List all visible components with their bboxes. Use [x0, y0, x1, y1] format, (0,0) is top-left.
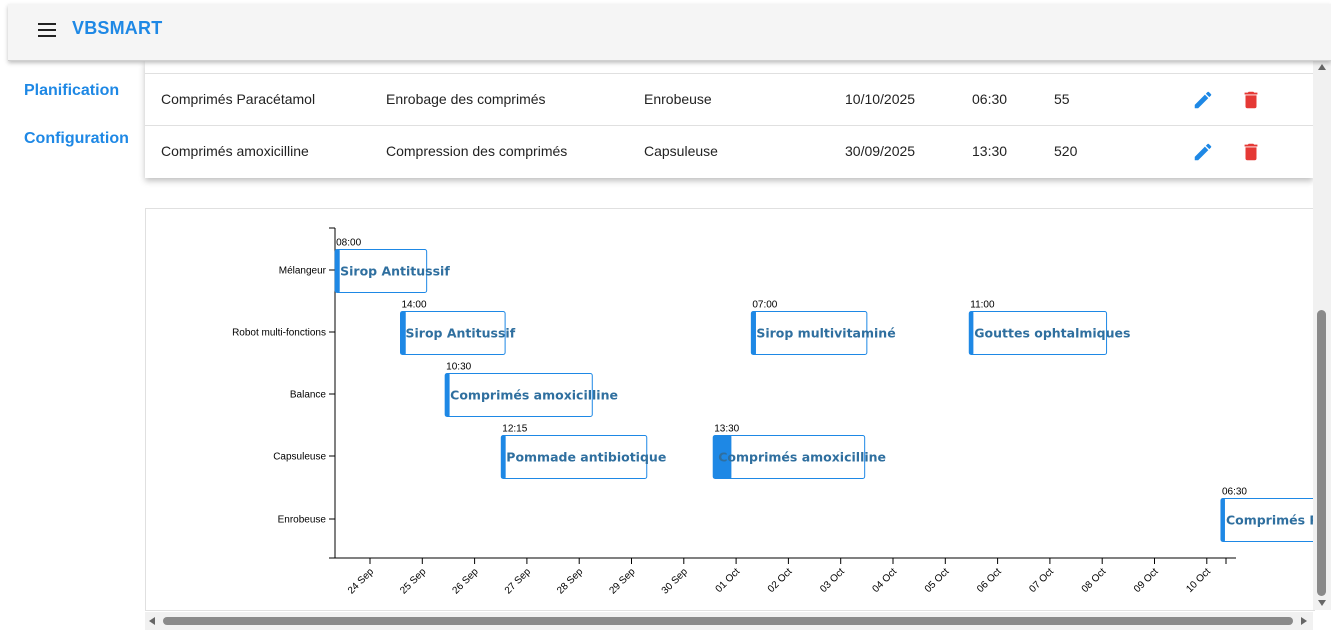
- y-tick-label: Robot multi-fonctions: [232, 328, 326, 339]
- cell-product: Comprimés amoxicilline: [161, 143, 309, 159]
- task-progress: [969, 311, 974, 355]
- task-label: Comprimés amoxicilline: [718, 450, 886, 465]
- cell-machine: Enrobeuse: [644, 91, 712, 107]
- cell-product: Comprimés Paracétamol: [161, 91, 316, 107]
- cell-date: 10/10/2025: [845, 91, 916, 107]
- cell-step: Compression des comprimés: [386, 143, 568, 159]
- edit-icon[interactable]: [1192, 89, 1214, 111]
- scroll-up-icon[interactable]: [1318, 64, 1326, 70]
- scroll-right-icon[interactable]: [1301, 617, 1307, 625]
- y-tick-label: Enrobeuse: [278, 515, 327, 526]
- x-tick-label: 26 Sep: [451, 566, 481, 596]
- task-label: Gouttes ophtalmiques: [974, 326, 1130, 341]
- task-time-label: 08:00: [336, 238, 361, 249]
- horizontal-scrollbar[interactable]: [145, 612, 1313, 630]
- x-tick-label: 10 Oct: [1184, 566, 1213, 595]
- task-progress: [445, 373, 450, 417]
- gantt-chart-panel: Mélangeur Robot multi-fonctions Balance Cap…: [145, 208, 1315, 611]
- x-tick-label: 01 Oct: [714, 566, 743, 595]
- gantt-chart: Mélangeur Robot multi-fonctions Balance Cap…: [232, 227, 1314, 597]
- nav-link-planification[interactable]: Planification: [24, 82, 119, 100]
- x-tick-label: 27 Sep: [503, 566, 533, 596]
- task-progress: [751, 311, 756, 355]
- task-label: Comprimés Paracétamol: [1226, 513, 1314, 528]
- cell-date: 30/09/2025: [845, 143, 916, 159]
- edit-icon[interactable]: [1192, 141, 1214, 163]
- x-tick-label: 30 Sep: [660, 566, 690, 596]
- horizontal-scroll-thumb[interactable]: [163, 617, 1293, 625]
- x-tick-label: 07 Oct: [1027, 566, 1056, 595]
- vertical-scroll-thumb[interactable]: [1317, 310, 1326, 596]
- x-tick-label: 24 Sep: [346, 566, 376, 596]
- cell-time: 06:30: [972, 91, 1008, 107]
- task-label: Sirop Antitussif: [406, 326, 516, 341]
- task-label: Comprimés amoxicilline: [450, 388, 618, 403]
- vertical-scrollbar[interactable]: [1313, 60, 1331, 610]
- task-time-label: 12:15: [502, 424, 527, 435]
- cell-quantity: 55: [1054, 91, 1070, 107]
- task-label: Pommade antibiotique: [506, 450, 666, 465]
- x-tick-label: 04 Oct: [871, 566, 900, 595]
- task-label: Sirop Antitussif: [340, 264, 450, 279]
- side-nav: Planification Configuration: [0, 60, 144, 632]
- cell-machine: Capsuleuse: [644, 143, 718, 159]
- scroll-down-icon[interactable]: [1318, 600, 1326, 606]
- app-title[interactable]: VBSMART: [72, 18, 162, 39]
- delete-icon[interactable]: [1240, 89, 1262, 111]
- x-tick-label: 28 Sep: [555, 566, 585, 596]
- x-tick-label: 29 Sep: [607, 566, 637, 596]
- planning-table: Comprimés Paracétamol Enrobage des compr…: [145, 60, 1313, 178]
- cell-time: 13:30: [972, 143, 1008, 159]
- task-time-label: 11:00: [970, 300, 995, 311]
- task-time-label: 10:30: [446, 362, 471, 373]
- scroll-left-icon[interactable]: [149, 617, 155, 625]
- x-tick-label: 02 Oct: [766, 566, 795, 595]
- cell-quantity: 520: [1054, 143, 1078, 159]
- delete-icon[interactable]: [1240, 141, 1262, 163]
- table-row: Comprimés Paracétamol Enrobage des compr…: [145, 73, 1313, 125]
- y-tick-label: Mélangeur: [279, 266, 327, 277]
- x-tick-label: 03 Oct: [818, 566, 847, 595]
- y-tick-label: Balance: [290, 390, 327, 401]
- task-time-label: 07:00: [752, 300, 777, 311]
- x-tick-label: 09 Oct: [1132, 566, 1161, 595]
- task-label: Sirop multivitaminé: [756, 326, 895, 341]
- table-row: Comprimés amoxicilline Compression des c…: [145, 125, 1313, 177]
- app-bar: VBSMART: [8, 4, 1331, 61]
- y-tick-label: Capsuleuse: [273, 452, 326, 463]
- x-tick-label: 06 Oct: [975, 566, 1004, 595]
- x-tick-label: 25 Sep: [398, 566, 428, 596]
- task-time-label: 13:30: [714, 424, 739, 435]
- task-time-label: 14:00: [402, 300, 427, 311]
- nav-link-configuration[interactable]: Configuration: [24, 130, 129, 148]
- task-progress: [335, 249, 340, 293]
- cell-step: Enrobage des comprimés: [386, 91, 546, 107]
- x-tick-label: 08 Oct: [1080, 566, 1109, 595]
- menu-icon[interactable]: [38, 20, 58, 40]
- task-progress: [501, 435, 506, 479]
- task-time-label: 06:30: [1222, 487, 1247, 498]
- x-tick-label: 05 Oct: [923, 566, 952, 595]
- task-progress: [1220, 498, 1225, 542]
